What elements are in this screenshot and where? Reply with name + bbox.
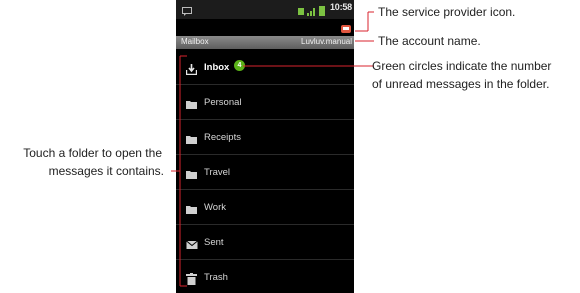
annotation-account: The account name. — [378, 34, 481, 48]
annotation-touch-line2: messages it contains. — [48, 164, 164, 178]
annotation-unread-line2: of unread messages in the folder. — [372, 77, 550, 91]
annotation-provider: The service provider icon. — [378, 5, 516, 19]
annotation-touch-line1: Touch a folder to open the — [23, 146, 162, 160]
annotation-unread-line1: Green circles indicate the number — [372, 59, 552, 73]
